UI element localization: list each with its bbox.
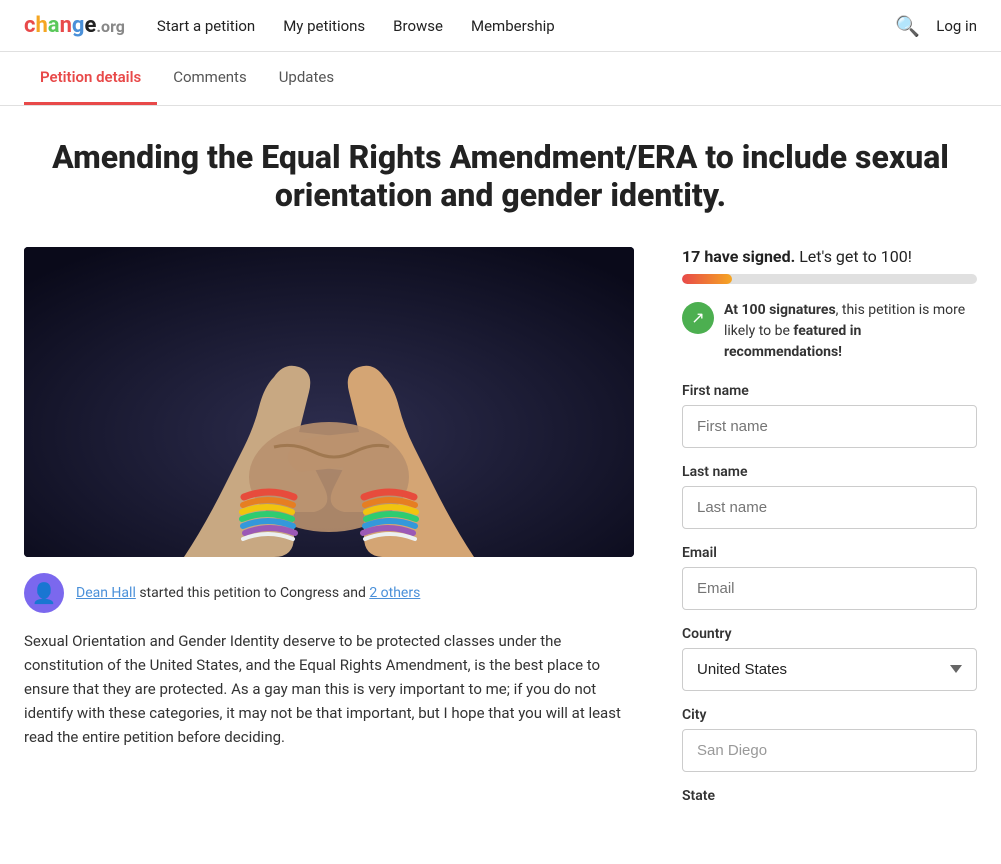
city-label: City — [682, 707, 977, 723]
first-name-group: First name — [682, 383, 977, 448]
nav-browse[interactable]: Browse — [393, 17, 443, 35]
last-name-label: Last name — [682, 464, 977, 480]
tab-updates[interactable]: Updates — [263, 52, 350, 105]
petition-image — [24, 247, 634, 557]
featured-heading: At 100 signatures — [724, 302, 836, 318]
main-content: Amending the Equal Rights Amendment/ERA … — [0, 106, 1001, 820]
progress-bar-container — [682, 274, 977, 284]
country-select[interactable]: United States Canada United Kingdom Aust… — [682, 648, 977, 691]
author-action-text: started this petition to Congress and — [139, 585, 369, 601]
tabs-bar: Petition details Comments Updates — [0, 52, 1001, 106]
author-row: 👤 Dean Hall started this petition to Con… — [24, 573, 634, 613]
nav-my-petitions[interactable]: My petitions — [283, 17, 365, 35]
login-button[interactable]: Log in — [936, 17, 977, 35]
progress-bar-fill — [682, 274, 732, 284]
avatar: 👤 — [24, 573, 64, 613]
right-column: 17 have signed. Let's get to 100! ↗ At 1… — [682, 247, 977, 820]
navbar: change.org Start a petition My petitions… — [0, 0, 1001, 52]
others-link[interactable]: 2 others — [369, 585, 420, 601]
author-link[interactable]: Dean Hall — [76, 585, 136, 601]
state-label: State — [682, 788, 977, 804]
petition-image-svg — [24, 247, 634, 557]
nav-start-petition[interactable]: Start a petition — [157, 17, 255, 35]
tab-comments[interactable]: Comments — [157, 52, 263, 105]
search-icon[interactable]: 🔍 — [895, 14, 920, 38]
nav-membership[interactable]: Membership — [471, 17, 555, 35]
email-group: Email — [682, 545, 977, 610]
signatures-number: 17 have signed. — [682, 247, 795, 266]
tab-petition-details[interactable]: Petition details — [24, 52, 157, 105]
featured-text: At 100 signatures, this petition is more… — [724, 300, 977, 363]
left-column: 👤 Dean Hall started this petition to Con… — [24, 247, 634, 820]
content-area: 👤 Dean Hall started this petition to Con… — [24, 247, 977, 820]
petition-body: Sexual Orientation and Gender Identity d… — [24, 629, 634, 749]
trending-icon: ↗ — [682, 302, 714, 334]
country-group: Country United States Canada United King… — [682, 626, 977, 691]
first-name-label: First name — [682, 383, 977, 399]
signatures-goal-text: Let's get to 100! — [799, 247, 912, 266]
last-name-group: Last name — [682, 464, 977, 529]
last-name-input[interactable] — [682, 486, 977, 529]
city-group: City — [682, 707, 977, 772]
country-label: Country — [682, 626, 977, 642]
petition-title: Amending the Equal Rights Amendment/ERA … — [24, 138, 977, 215]
email-label: Email — [682, 545, 977, 561]
nav-links: Start a petition My petitions Browse Mem… — [157, 17, 895, 35]
email-input[interactable] — [682, 567, 977, 610]
city-input[interactable] — [682, 729, 977, 772]
author-text: Dean Hall started this petition to Congr… — [76, 585, 420, 601]
signatures-count: 17 have signed. Let's get to 100! — [682, 247, 977, 266]
first-name-input[interactable] — [682, 405, 977, 448]
state-group: State — [682, 788, 977, 804]
nav-right: 🔍 Log in — [895, 14, 977, 38]
user-icon: 👤 — [32, 581, 57, 605]
featured-box: ↗ At 100 signatures, this petition is mo… — [682, 300, 977, 363]
logo[interactable]: change.org — [24, 13, 125, 38]
